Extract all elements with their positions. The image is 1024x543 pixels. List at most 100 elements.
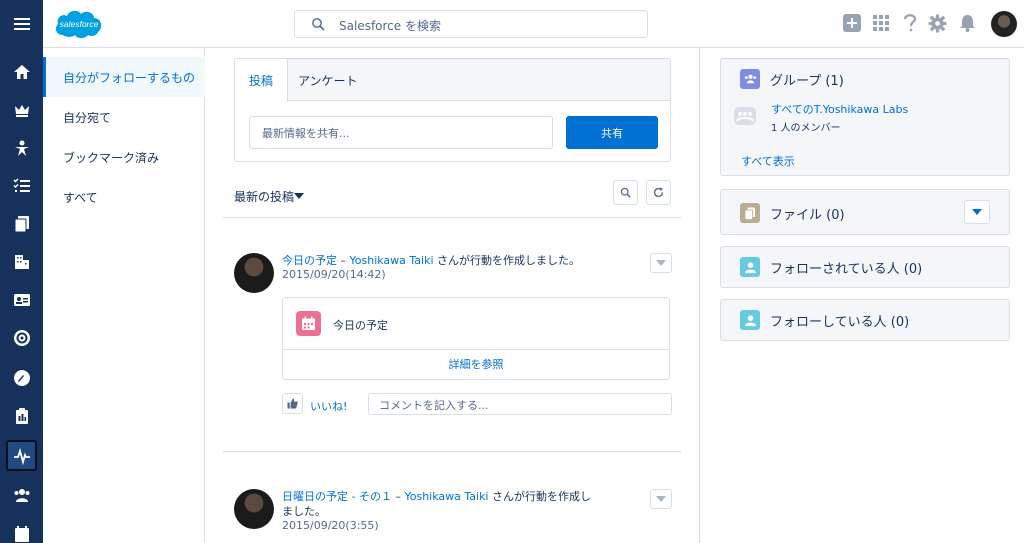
user-avatar[interactable] [991,11,1017,37]
group-placeholder-icon [734,107,756,125]
global-search[interactable]: Salesforce を検索 [294,10,648,38]
followers-title[interactable]: フォローされている人 (0) [770,258,922,277]
subnav-item-label: 自分がフォローするもの [63,70,196,85]
tab-post-label: 投稿 [249,74,274,88]
feed-search-button[interactable] [613,180,638,205]
feed-pulse-icon[interactable] [0,438,43,474]
post-action-text: さんが行動を作成しました。 [433,254,581,267]
post-menu-button[interactable] [650,253,672,273]
share-update-placeholder: 最新情報を共有... [262,127,350,140]
clipboard-icon[interactable] [0,398,43,434]
files-dropdown-button[interactable] [964,200,990,224]
groups-title[interactable]: グループ (1) [770,70,844,89]
contact-card-icon[interactable] [0,282,43,318]
like-label[interactable]: いいね! [310,398,347,414]
feed-filter-nav: 自分がフォローするもの 自分宛て ブックマーク済み すべて [43,48,205,543]
share-update-input[interactable]: 最新情報を共有... [249,116,553,149]
add-icon[interactable] [842,13,862,33]
subnav-item-following[interactable]: 自分がフォローするもの [43,57,205,97]
like-button[interactable] [282,393,303,414]
crown-icon[interactable] [0,92,43,128]
salesforce-logo[interactable]: salesforce [53,5,105,41]
post-timestamp[interactable]: 2015/09/20(3:55) [282,519,379,532]
subnav-item-label: 自分宛て [63,110,112,125]
subnav-item-label: すべて [63,190,98,205]
share-button-label: 共有 [601,126,623,140]
logo-text: salesforce [60,19,99,29]
help-icon[interactable] [900,13,920,33]
search-icon [620,187,631,198]
chevron-down-icon [972,209,982,215]
feed-divider [223,217,681,218]
files-card: ファイル (0) [720,189,1010,235]
author-link[interactable]: Yoshikawa Taiki [404,490,488,503]
files-icon[interactable] [0,206,43,242]
post-dash: – [391,490,405,503]
following-title[interactable]: フォローしている人 (0) [770,311,909,330]
person-star-icon[interactable] [0,130,43,166]
comment-input[interactable]: コメントを記入する... [368,393,672,415]
global-header: salesforce Salesforce を検索 [43,0,1024,48]
feed-divider [223,451,681,452]
bell-icon[interactable] [957,13,977,33]
groups-card: グループ (1) すべてのT.Yoshikawa Labs 1 人のメンバー す… [720,58,1010,176]
target-icon[interactable] [0,320,43,356]
global-nav [0,0,43,543]
tab-post[interactable]: 投稿 [235,59,289,102]
feed-sort-bar: 最新の投稿 [234,180,671,216]
groups-icon [740,69,760,89]
person-icon [740,310,760,330]
view-all-groups-link[interactable]: すべて表示 [741,153,795,169]
building-icon[interactable] [0,244,43,280]
post-header: 日曜日の予定 - その１ – Yoshikawa Taiki さんが行動を作成し… [282,489,594,519]
app-launcher-icon[interactable] [871,13,891,33]
post-dash: – [337,254,350,267]
refresh-button[interactable] [646,180,671,205]
feed-main: 投稿 アンケート 最新情報を共有... 共有 最新の投稿 今日の予定 – Yos… [205,48,700,543]
event-link[interactable]: 日曜日の予定 - その１ [282,490,392,503]
following-card: フォローしている人 (0) [720,299,1010,341]
chevron-down-icon[interactable] [294,193,304,199]
view-details-link[interactable]: 詳細を参照 [283,356,669,372]
post-author-avatar[interactable] [234,489,274,529]
group-member-count: 1 人のメンバー [771,123,841,134]
right-sidebar: グループ (1) すべてのT.Yoshikawa Labs 1 人のメンバー す… [701,48,1024,543]
post-header: 今日の予定 – Yoshikawa Taiki さんが行動を作成しました。 [282,253,612,268]
person-icon [740,257,760,277]
menu-icon[interactable] [0,6,43,42]
comment-placeholder: コメントを記入する... [379,399,489,412]
followers-card: フォローされている人 (0) [720,246,1010,288]
refresh-icon [653,187,664,198]
group-name-link[interactable]: すべてのT.Yoshikawa Labs [771,101,908,117]
tasks-icon[interactable] [0,168,43,204]
sort-dropdown[interactable]: 最新の投稿 [234,188,294,205]
tab-poll[interactable]: アンケート [284,59,372,101]
share-button[interactable]: 共有 [566,116,658,149]
gauge-icon[interactable] [0,360,43,396]
files-title[interactable]: ファイル (0) [770,204,845,223]
publisher: 投稿 アンケート 最新情報を共有... 共有 [234,58,671,162]
gear-icon[interactable] [927,13,947,33]
search-icon [312,18,325,31]
card-divider [283,349,669,350]
tab-poll-label: アンケート [298,73,358,88]
subnav-item-bookmarked[interactable]: ブックマーク済み [43,137,205,177]
subnav-item-label: ブックマーク済み [63,150,160,165]
chevron-down-icon [656,260,666,266]
home-icon[interactable] [0,54,43,90]
author-link[interactable]: Yoshikawa Taiki [350,254,434,267]
post-menu-button[interactable] [650,489,672,509]
files-icon [740,203,760,223]
subnav-item-to-me[interactable]: 自分宛て [43,97,205,137]
post-author-avatar[interactable] [234,253,274,293]
event-title: 今日の予定 [333,319,388,332]
thumbs-up-icon [287,398,298,409]
chevron-down-icon [656,496,666,502]
feed-post: 日曜日の予定 - その１ – Yoshikawa Taiki さんが行動を作成し… [234,489,674,543]
people-icon[interactable] [0,477,43,513]
subnav-item-all[interactable]: すべて [43,177,205,217]
calendar-event-icon [296,311,321,336]
event-link[interactable]: 今日の予定 [282,254,337,267]
post-timestamp[interactable]: 2015/09/20(14:42) [282,268,386,281]
calendar-icon[interactable] [0,516,43,543]
